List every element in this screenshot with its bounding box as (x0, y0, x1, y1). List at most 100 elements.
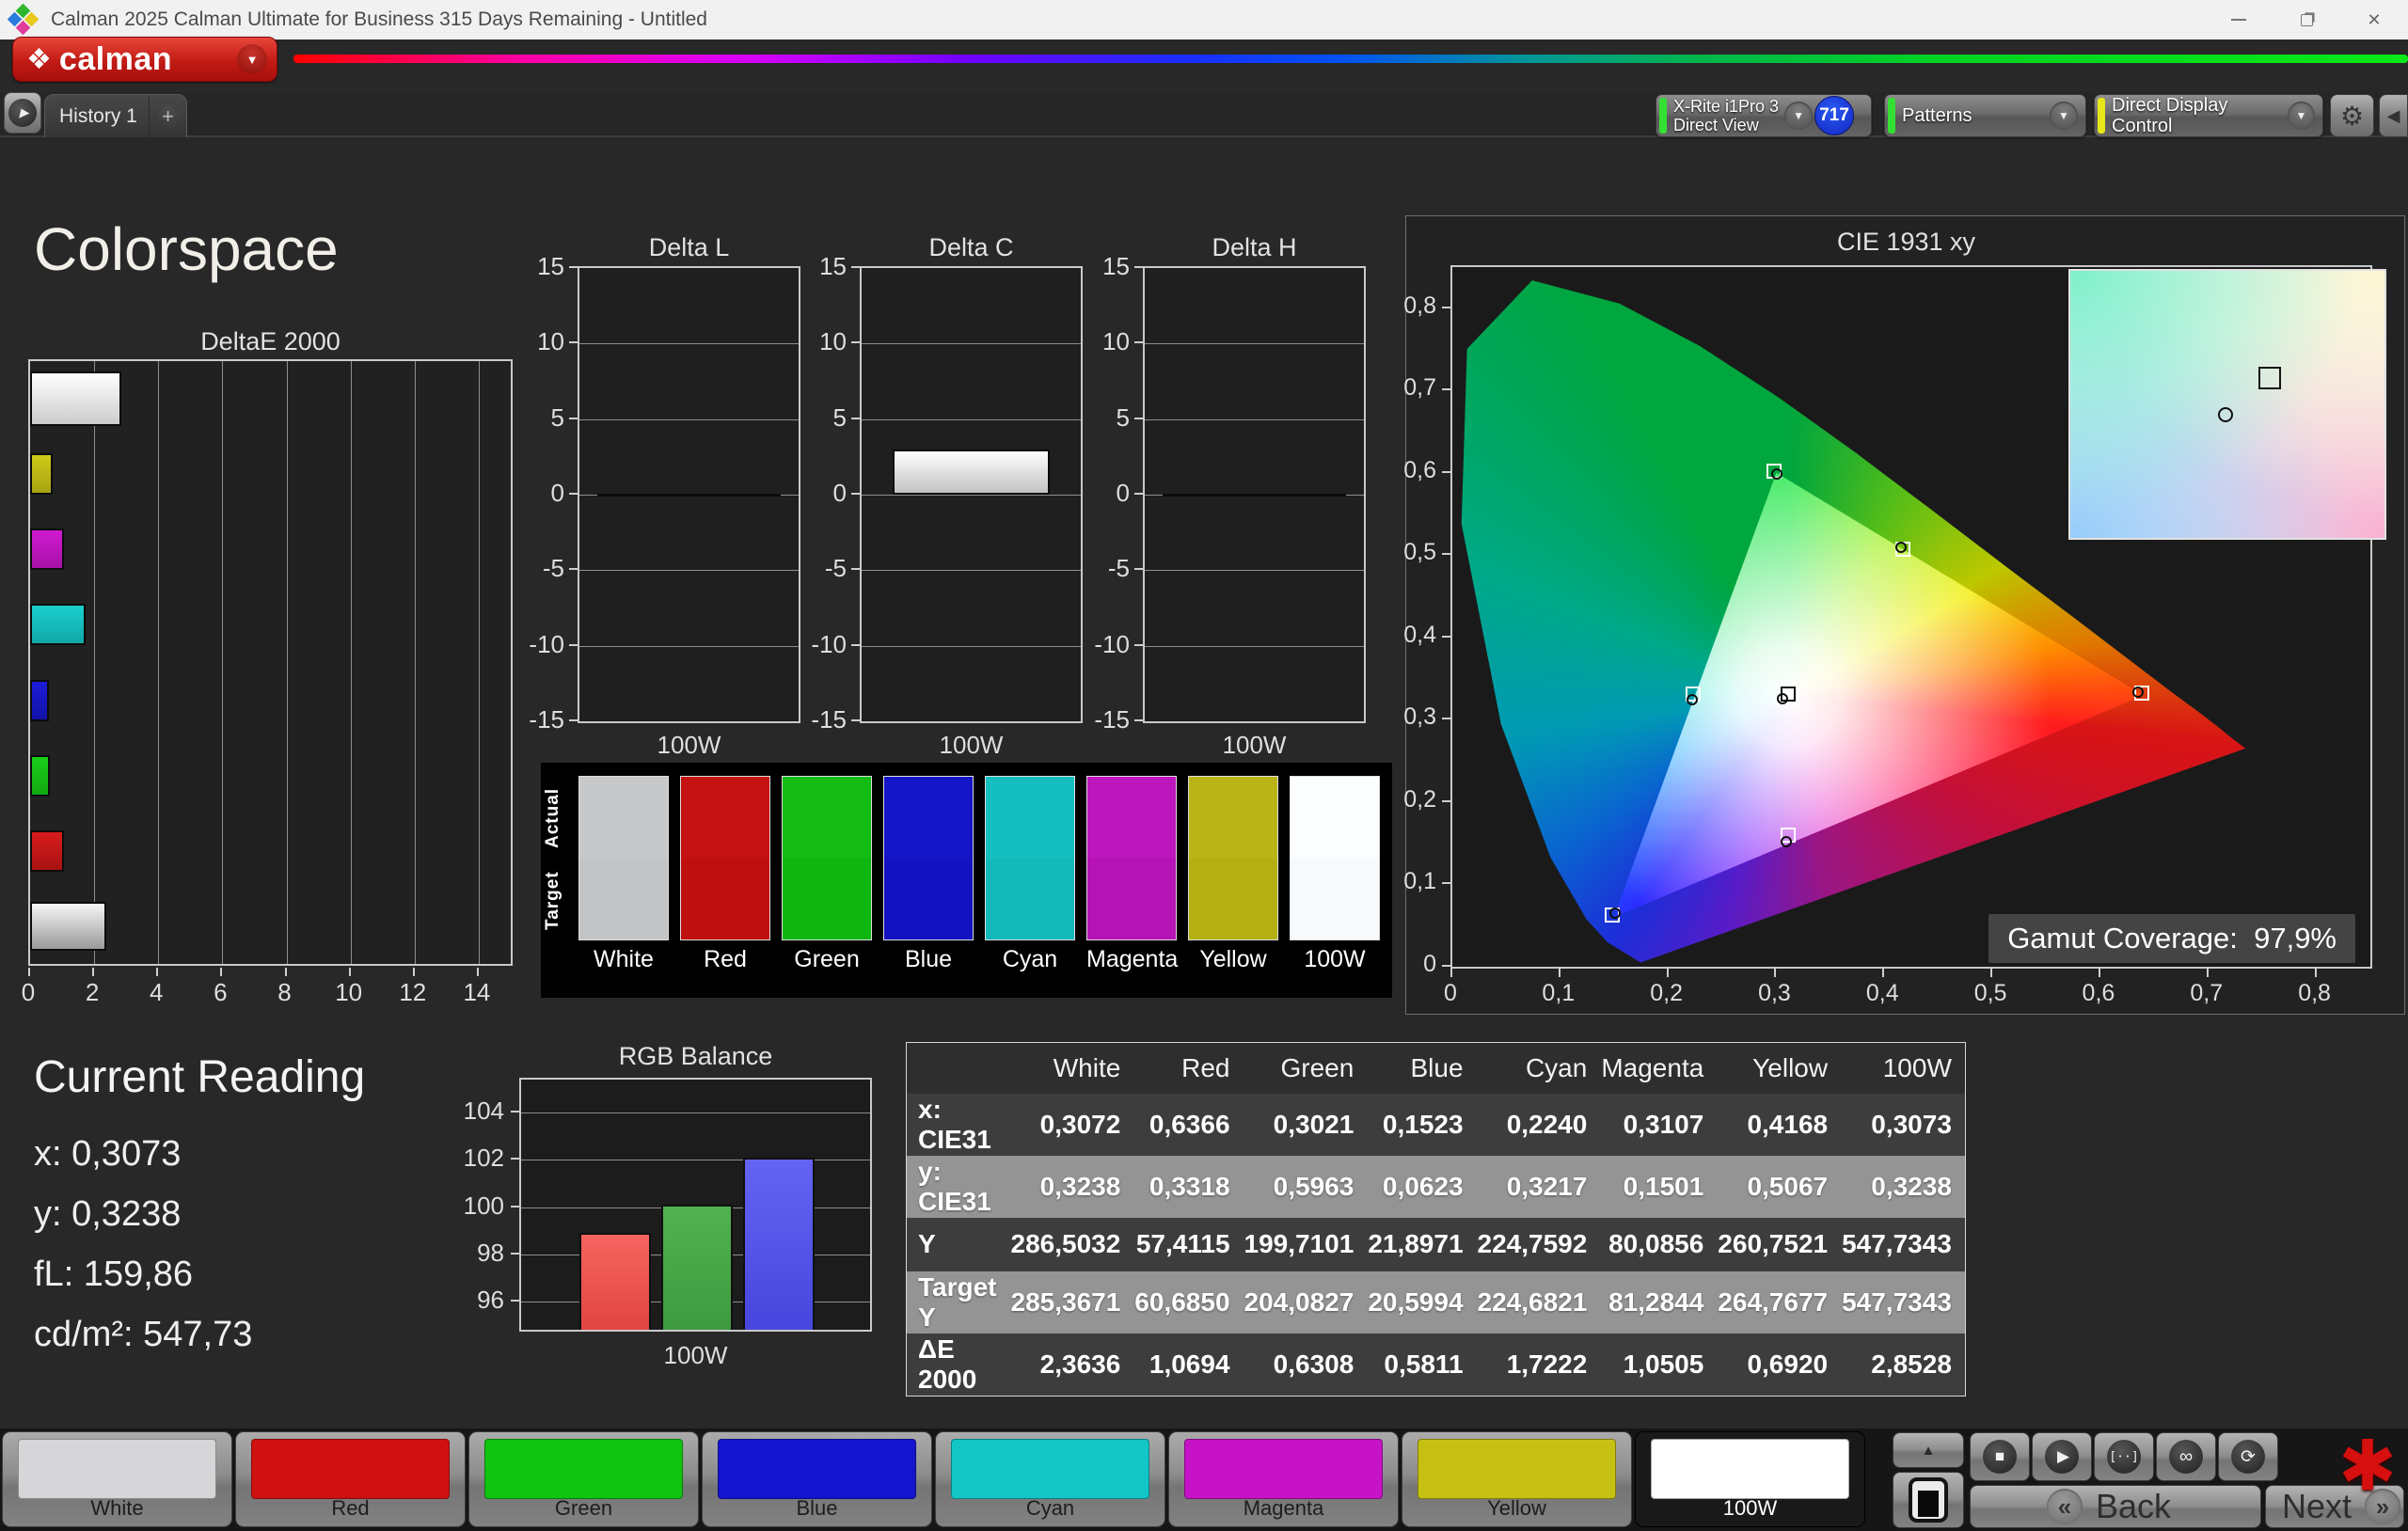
delta-gridline (579, 646, 799, 647)
delta-tick (1134, 644, 1143, 646)
cie-x-tick (1450, 969, 1452, 977)
deltae-tick-label: 2 (73, 978, 111, 1007)
gamut-coverage-readout: Gamut Coverage: 97,9% (1988, 914, 2355, 963)
play-button[interactable]: ▶ (2032, 1432, 2092, 1481)
pattern-button-green[interactable]: Green (468, 1431, 699, 1527)
target-swatch (783, 859, 871, 940)
settings-button[interactable]: ⚙ (2330, 94, 2374, 137)
cie-y-tick (1442, 388, 1450, 390)
target-row-label: Target (543, 860, 571, 941)
deltae-tick-label: 0 (9, 978, 47, 1007)
meter-line2: Direct View (1673, 116, 1779, 134)
deltae-tick-label: 10 (330, 978, 368, 1007)
swatch-label: Red (680, 946, 770, 973)
delta-tick-label: -5 (792, 554, 847, 583)
continuous-read-button[interactable]: ∞ (2156, 1432, 2216, 1481)
collapse-panel-button[interactable]: ◀ (2379, 94, 2408, 137)
table-cell: 285,3671 (1010, 1271, 1134, 1334)
delta-tick (1134, 493, 1143, 495)
pattern-size-button[interactable]: [··] (2094, 1432, 2154, 1481)
deltae-tick (220, 968, 222, 976)
delta-tick-label: -15 (792, 705, 847, 734)
minimize-button[interactable] (2205, 0, 2273, 39)
delta-tick-label: 15 (792, 252, 847, 281)
cie-y-tick (1442, 471, 1450, 473)
minimize-icon (2231, 19, 2246, 21)
delta-x-label: 100W (1143, 731, 1366, 760)
close-button[interactable]: ✕ (2340, 0, 2408, 39)
pattern-button-white[interactable]: White (2, 1431, 232, 1527)
delta-tick (569, 266, 578, 268)
actual-marker-green (1771, 468, 1782, 480)
actual-swatch (1189, 777, 1277, 859)
delta-tick (1134, 719, 1143, 721)
table-cell: 0,5963 (1244, 1156, 1368, 1218)
play-icon: ▶ (2045, 1440, 2079, 1474)
pattern-list-up-button[interactable]: ▲ (1893, 1432, 1964, 1468)
delta-tick (1134, 341, 1143, 343)
column-header: 100W (1841, 1043, 1965, 1094)
tab-label: History 1 (59, 105, 149, 128)
pattern-button-yellow[interactable]: Yellow (1402, 1431, 1632, 1527)
rgb-bar-green (661, 1205, 733, 1330)
display-control-dropdown[interactable]: Direct Display Control ▼ (2094, 94, 2323, 137)
pattern-button-cyan[interactable]: Cyan (935, 1431, 1165, 1527)
refresh-button[interactable]: ⟳ (2218, 1432, 2278, 1481)
swatch-magenta (1086, 776, 1177, 940)
menu-dropdown-icon: ▼ (237, 44, 267, 74)
back-button[interactable]: « Back (1970, 1485, 2261, 1528)
maximize-button[interactable] (2273, 0, 2340, 39)
history-advance-button[interactable]: ▶ (4, 92, 41, 134)
pattern-button-label: Green (469, 1496, 698, 1521)
add-tab-button[interactable]: + (149, 96, 186, 137)
deltae-gridline (415, 361, 416, 964)
stop-button[interactable]: ■ (1970, 1432, 2030, 1481)
meter-dropdown[interactable]: X-Rite i1Pro 3 Direct View ▼ 717 (1656, 94, 1872, 137)
deltae-tick (28, 968, 30, 976)
cie-y-tick (1442, 882, 1450, 884)
pattern-button-blue[interactable]: Blue (702, 1431, 932, 1527)
deltae-gridline (222, 361, 223, 964)
table-cell: 0,3217 (1477, 1156, 1601, 1218)
rgb-tick-label: 98 (442, 1239, 504, 1268)
tab-history-1[interactable]: History 1 + (44, 94, 187, 137)
swatch-column-red: Red (680, 776, 770, 973)
cie-x-tick-label: 0,2 (1639, 980, 1695, 1007)
delta-tick (569, 719, 578, 721)
delta-gridline (579, 419, 799, 420)
table-cell: 57,4115 (1133, 1218, 1243, 1271)
table-cell: 0,3072 (1010, 1094, 1134, 1156)
delta-tick-label: -15 (510, 705, 564, 734)
actual-swatch (1087, 777, 1176, 859)
swatch-label: Green (782, 946, 872, 973)
table-row: ΔE 20002,36361,06940,63080,58111,72221,0… (907, 1334, 1966, 1397)
maximize-icon (2301, 14, 2313, 26)
meter-reading-badge[interactable]: 717 (1814, 96, 1854, 135)
cie-y-tick (1442, 553, 1450, 555)
cie-x-tick-label: 0,7 (2178, 980, 2235, 1007)
pattern-button-label: Blue (703, 1496, 931, 1521)
delta-gridline (862, 419, 1081, 420)
table-cell: 81,2844 (1600, 1271, 1717, 1334)
cie-x-tick (1774, 969, 1776, 977)
pattern-button-100w[interactable]: 100W (1635, 1431, 1865, 1527)
actual-marker-magenta (1781, 836, 1792, 847)
pattern-button-magenta[interactable]: Magenta (1168, 1431, 1399, 1527)
calman-menu-button[interactable]: ❖ calman ▼ (12, 37, 277, 82)
alert-asterisk-icon[interactable]: ✱ (2338, 1426, 2397, 1507)
pattern-swatch-green (484, 1439, 683, 1499)
current-reading-title: Current Reading (34, 1051, 365, 1103)
pattern-button-label: White (3, 1496, 231, 1521)
table-cell: 2,3636 (1010, 1334, 1134, 1397)
cie-x-tick-label: 0,5 (1962, 980, 2019, 1007)
table-cell: 264,7677 (1717, 1271, 1841, 1334)
pattern-window-button[interactable] (1893, 1472, 1964, 1528)
cie-y-tick (1442, 800, 1450, 802)
delta-chart-title: Delta C (860, 233, 1083, 262)
delta-chart-delta-h (1143, 266, 1366, 723)
pattern-button-red[interactable]: Red (235, 1431, 466, 1527)
meter-status-indicator (1659, 98, 1667, 134)
cie-y-tick-label: 0,7 (1386, 374, 1436, 402)
patterns-dropdown[interactable]: Patterns ▼ (1884, 94, 2086, 137)
table-cell: 0,2240 (1477, 1094, 1601, 1156)
